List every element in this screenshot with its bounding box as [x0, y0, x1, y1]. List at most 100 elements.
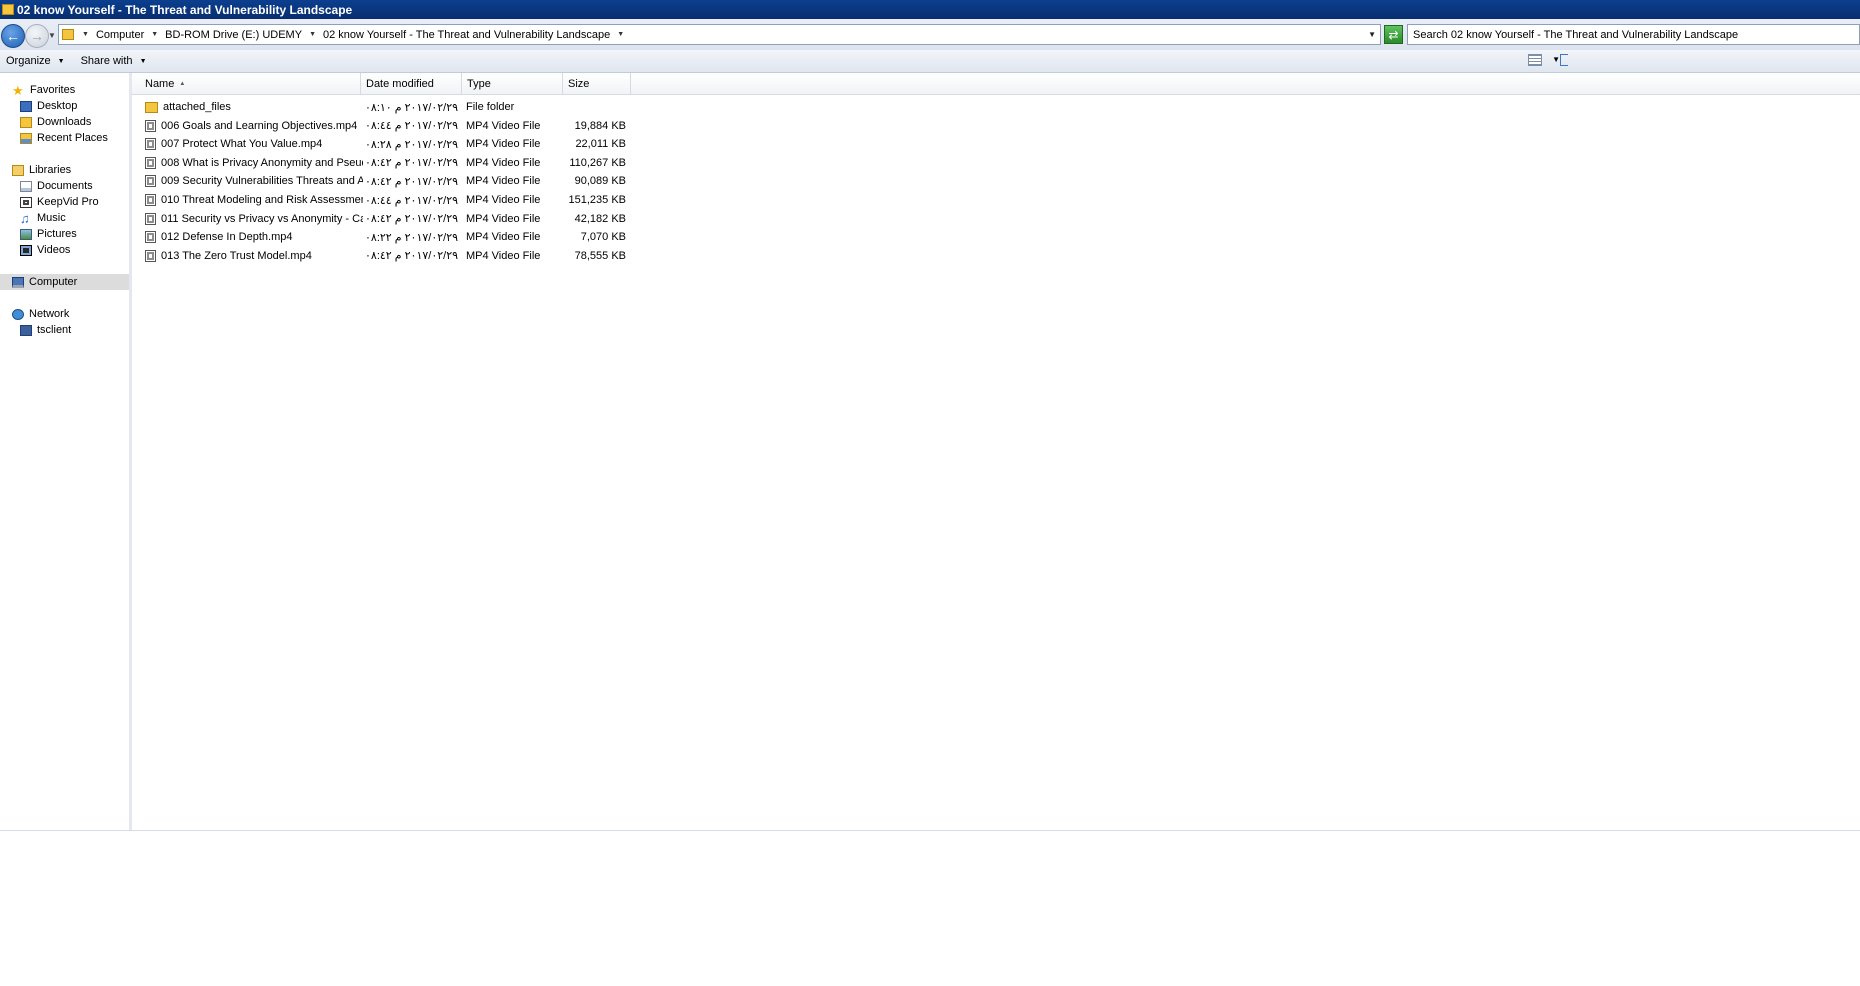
folder-icon	[145, 101, 158, 113]
address-history-dropdown-icon[interactable]: ▼	[1368, 30, 1376, 39]
sidebar-item-recent-places[interactable]: Recent Places	[0, 130, 129, 146]
column-header-type[interactable]: Type	[462, 73, 563, 94]
table-row[interactable]: 010 Threat Modeling and Risk Assessments…	[140, 191, 631, 209]
sidebar-item-downloads[interactable]: Downloads	[0, 114, 129, 130]
table-row[interactable]: 008 What is Privacy Anonymity and Pseudo…	[140, 154, 631, 172]
address-bar-row: ← → ▼ ▼ Computer ▼ BD-ROM Drive (E:) UDE…	[0, 19, 1860, 51]
sidebar-item-network[interactable]: Network	[0, 306, 129, 322]
table-row[interactable]: 006 Goals and Learning Objectives.mp4 ٢٠١…	[140, 117, 631, 135]
forward-arrow-icon: →	[30, 28, 44, 44]
column-header-size[interactable]: Size	[563, 73, 631, 94]
window-title-bar[interactable]: 02 know Yourself - The Threat and Vulner…	[0, 0, 1860, 19]
column-header-name[interactable]: Name ▲	[140, 73, 361, 94]
forward-button[interactable]: →	[25, 24, 49, 48]
file-name: 013 The Zero Trust Model.mp4	[161, 249, 312, 262]
chevron-down-icon: ▼	[57, 57, 65, 65]
sidebar-item-label: Pictures	[37, 228, 77, 240]
file-name-cell[interactable]: attached_files	[145, 98, 363, 116]
file-name: 011 Security vs Privacy vs Anonymity - C…	[161, 212, 363, 225]
network-icon	[12, 308, 24, 320]
search-input[interactable]: Search 02 know Yourself - The Threat and…	[1407, 24, 1860, 45]
sidebar-item-label: Computer	[29, 276, 78, 288]
sidebar-item-keepvid-pro[interactable]: KeepVid Pro	[0, 194, 129, 210]
sidebar-item-favorites[interactable]: ★ Favorites	[0, 82, 129, 98]
size-cell: 90,089 KB	[566, 172, 626, 190]
sidebar-item-tsclient[interactable]: tsclient	[0, 322, 129, 338]
file-name-cell[interactable]: 010 Threat Modeling and Risk Assessments…	[145, 191, 363, 209]
sidebar-item-pictures[interactable]: Pictures	[0, 226, 129, 242]
table-row[interactable]: 009 Security Vulnerabilities Threats and…	[140, 172, 631, 190]
file-type: MP4 Video File	[466, 156, 541, 169]
column-header-date-modified[interactable]: Date modified	[361, 73, 462, 94]
file-size: 78,555 KB	[574, 249, 626, 262]
video-file-icon	[145, 138, 156, 151]
file-name-cell[interactable]: 013 The Zero Trust Model.mp4	[145, 247, 363, 265]
share-with-button[interactable]: Share with ▼	[75, 50, 153, 72]
sidebar-item-label: tsclient	[37, 324, 72, 336]
address-bar[interactable]: ▼ Computer ▼ BD-ROM Drive (E:) UDEMY ▼ 0…	[58, 24, 1381, 45]
recent-pages-dropdown-icon[interactable]: ▼	[48, 31, 56, 40]
view-options-dropdown-icon[interactable]: ▼	[1552, 55, 1560, 64]
preview-pane-icon[interactable]	[1560, 54, 1568, 66]
breadcrumb-computer[interactable]: Computer	[93, 29, 147, 41]
breadcrumb-chevron-icon[interactable]: ▼	[78, 31, 93, 38]
video-file-icon	[145, 231, 156, 244]
breadcrumb-chevron-icon[interactable]: ▼	[305, 31, 320, 38]
file-name-cell[interactable]: 007 Protect What You Value.mp4	[145, 135, 363, 153]
change-view-icon[interactable]	[1528, 54, 1542, 66]
breadcrumb-chevron-icon[interactable]: ▼	[147, 31, 162, 38]
file-name-cell[interactable]: 009 Security Vulnerabilities Threats and…	[145, 172, 363, 190]
date-modified-cell: ٢٠١٧/٠٢/٢٩ م ٠٨:٤٢	[365, 172, 461, 190]
file-name: 007 Protect What You Value.mp4	[161, 138, 323, 151]
breadcrumb-drive[interactable]: BD-ROM Drive (E:) UDEMY	[162, 29, 305, 41]
table-row[interactable]: 011 Security vs Privacy vs Anonymity - C…	[140, 210, 631, 228]
sidebar-item-libraries[interactable]: Libraries	[0, 162, 129, 178]
back-button[interactable]: ←	[1, 24, 25, 48]
video-file-icon	[145, 175, 156, 188]
file-name: 006 Goals and Learning Objectives.mp4	[161, 119, 358, 132]
column-header-label: Date modified	[366, 77, 434, 90]
date-modified: ٢٠١٧/٠٢/٢٩ م ٠٨:٤٤	[365, 194, 459, 207]
file-name: 009 Security Vulnerabilities Threats and…	[161, 175, 363, 188]
file-name-cell[interactable]: 008 What is Privacy Anonymity and Pseudo…	[145, 154, 363, 172]
table-row[interactable]: 012 Defense In Depth.mp4 ٢٠١٧/٠٢/٢٩ م ٠٨:…	[140, 228, 631, 246]
file-name-cell[interactable]: 012 Defense In Depth.mp4	[145, 228, 363, 246]
table-row[interactable]: attached_files ٢٠١٧/٠٢/٢٩ م ٠٨:١٠ File fol…	[140, 98, 631, 116]
refresh-button[interactable]: ⇄	[1384, 25, 1403, 44]
sidebar-item-label: Downloads	[37, 116, 92, 128]
desktop-icon	[20, 100, 32, 112]
command-bar: Organize ▼ Share with ▼ ▼	[0, 50, 1860, 73]
sidebar-item-documents[interactable]: Documents	[0, 178, 129, 194]
sidebar-item-desktop[interactable]: Desktop	[0, 98, 129, 114]
file-type: MP4 Video File	[466, 212, 541, 225]
file-type: MP4 Video File	[466, 175, 541, 188]
date-modified: ٢٠١٧/٠٢/٢٩ م ٠٨:٤٢	[365, 250, 459, 263]
column-header-label: Type	[467, 77, 491, 90]
type-cell: MP4 Video File	[466, 191, 562, 209]
date-modified-cell: ٢٠١٧/٠٢/٢٩ م ٠٨:٤٤	[365, 191, 461, 209]
date-modified-cell: ٢٠١٧/٠٢/٢٩ م ٠٨:٢٨	[365, 135, 461, 153]
breadcrumb-chevron-icon[interactable]: ▼	[613, 31, 628, 38]
type-cell: File folder	[466, 98, 562, 116]
date-modified: ٢٠١٧/٠٢/٢٩ م ٠٨:٤٢	[365, 175, 459, 188]
sidebar-item-videos[interactable]: Videos	[0, 242, 129, 258]
folder-icon	[62, 29, 74, 40]
empty-area	[0, 830, 1860, 986]
file-size: 110,267 KB	[569, 156, 626, 169]
sidebar-item-label: Favorites	[30, 84, 76, 96]
table-row[interactable]: 007 Protect What You Value.mp4 ٢٠١٧/٠٢/٢٩…	[140, 135, 631, 153]
sidebar-item-music[interactable]: ♫ Music	[0, 210, 129, 226]
breadcrumb-current-folder[interactable]: 02 know Yourself - The Threat and Vulner…	[320, 29, 613, 41]
window-title: 02 know Yourself - The Threat and Vulner…	[17, 2, 353, 17]
sidebar-item-computer[interactable]: Computer	[0, 274, 129, 290]
table-row[interactable]: 013 The Zero Trust Model.mp4 ٢٠١٧/٠٢/٢٩ م…	[140, 247, 631, 265]
sidebar-item-label: Recent Places	[37, 132, 108, 144]
size-cell: 110,267 KB	[566, 154, 626, 172]
file-name: 012 Defense In Depth.mp4	[161, 231, 293, 244]
videos-film-icon	[20, 244, 32, 256]
column-header-row: Name ▲ Date modified Type Size	[132, 73, 1860, 95]
file-name-cell[interactable]: 006 Goals and Learning Objectives.mp4	[145, 117, 363, 135]
date-modified: ٢٠١٧/٠٢/٢٩ م ٠٨:١٠	[365, 101, 459, 114]
organize-button[interactable]: Organize ▼	[0, 50, 71, 72]
file-name-cell[interactable]: 011 Security vs Privacy vs Anonymity - C…	[145, 210, 363, 228]
